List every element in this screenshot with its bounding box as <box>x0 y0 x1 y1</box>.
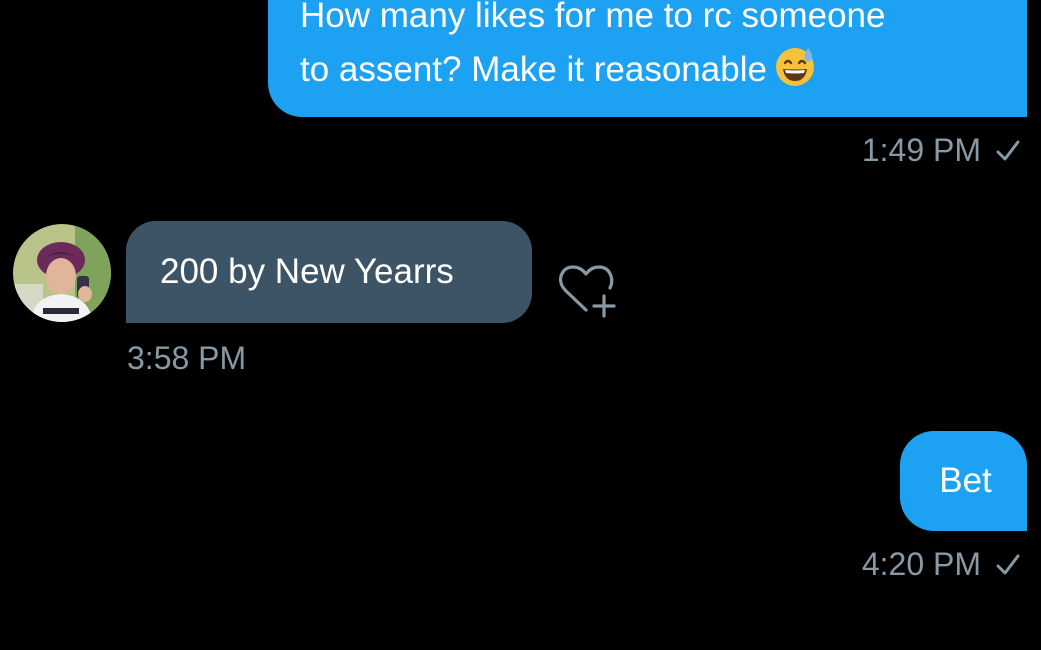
chat-thread: How many likes for me to rc someone to a… <box>0 0 1041 650</box>
message-text-line-1: How many likes for me to rc someone <box>300 0 886 35</box>
check-icon <box>995 547 1021 575</box>
check-icon <box>995 133 1021 161</box>
message-text: to assent? Make it reasonable <box>300 50 767 89</box>
avatar[interactable] <box>13 224 111 322</box>
outgoing-message-bubble[interactable]: Bet <box>900 431 1027 531</box>
message-meta: 1:49 PM <box>862 130 1021 170</box>
grinning-face-with-sweat-icon <box>773 44 817 88</box>
message-timestamp: 1:49 PM <box>861 132 981 168</box>
message-timestamp: 3:58 PM <box>127 340 247 376</box>
incoming-message-bubble[interactable]: 200 by New Yearrs <box>126 221 532 323</box>
message-text-line-2: to assent? Make it reasonable <box>300 43 1007 97</box>
outgoing-message-bubble[interactable]: How many likes for me to rc someone to a… <box>268 0 1027 117</box>
message-meta: 4:20 PM <box>862 544 1021 584</box>
heart-plus-icon[interactable] <box>556 262 622 320</box>
message-timestamp: 4:20 PM <box>861 546 981 582</box>
